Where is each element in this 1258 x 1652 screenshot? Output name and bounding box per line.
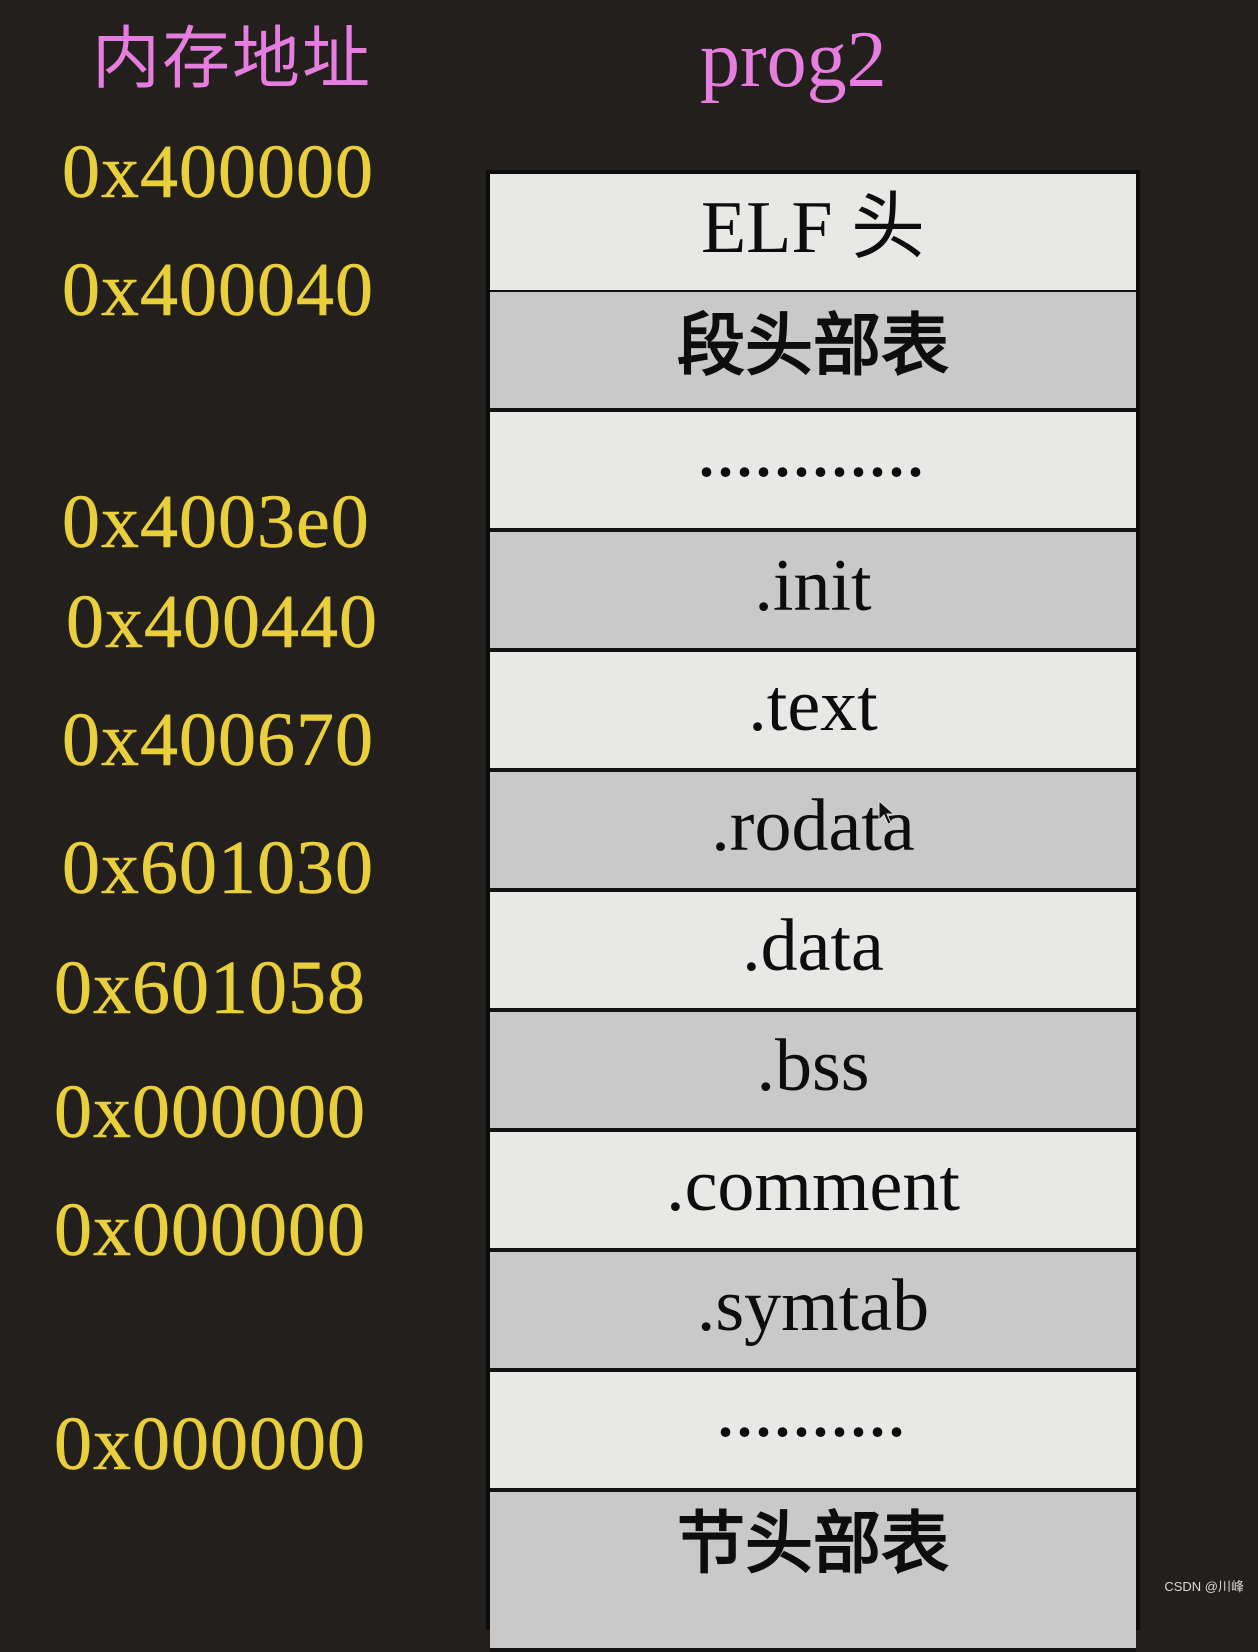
section-symtab: .symtab	[490, 1252, 1136, 1372]
section-label: .comment	[666, 1145, 960, 1227]
section-label: .text	[748, 665, 878, 747]
section-bss: .bss	[490, 1012, 1136, 1132]
section-ellipsis: ..........	[490, 1372, 1136, 1492]
section-program-header-table: 段头部表	[490, 292, 1136, 412]
address-label: 0x400040	[62, 248, 374, 332]
section-ellipsis: ............	[490, 412, 1136, 532]
address-label: 0x000000	[54, 1188, 366, 1272]
section-rodata: .rodata	[490, 772, 1136, 892]
address-label: 0x000000	[54, 1402, 366, 1486]
watermark: CSDN @川峰	[1164, 1579, 1244, 1594]
section-section-header-table: 节头部表	[490, 1492, 1136, 1652]
address-label: 0x400440	[66, 580, 378, 664]
address-label: 0x400000	[62, 130, 374, 214]
address-label: 0x4003e0	[62, 480, 370, 564]
section-text: .text	[490, 652, 1136, 772]
address-label: 0x000000	[54, 1070, 366, 1154]
section-data: .data	[490, 892, 1136, 1012]
section-label: 节头部表	[676, 1504, 949, 1584]
program-name-header: prog2	[700, 16, 887, 104]
elf-section-table: ELF 头 段头部表 ............ .init .text .rod…	[486, 170, 1140, 1652]
section-label: .symtab	[696, 1265, 930, 1347]
section-label: ............	[699, 423, 927, 489]
address-column-header: 内存地址	[92, 20, 373, 99]
address-label: 0x400670	[62, 698, 374, 782]
section-label: 段头部表	[676, 306, 949, 386]
address-label: 0x601030	[62, 826, 374, 910]
section-label: .init	[754, 545, 872, 627]
section-comment: .comment	[490, 1132, 1136, 1252]
section-label: .bss	[756, 1025, 870, 1107]
section-label: ..........	[718, 1383, 908, 1449]
address-label: 0x601058	[54, 946, 366, 1030]
section-init: .init	[490, 532, 1136, 652]
section-label: .data	[742, 905, 884, 987]
section-label: ELF 头	[700, 187, 926, 269]
section-elf-header: ELF 头	[490, 174, 1136, 294]
